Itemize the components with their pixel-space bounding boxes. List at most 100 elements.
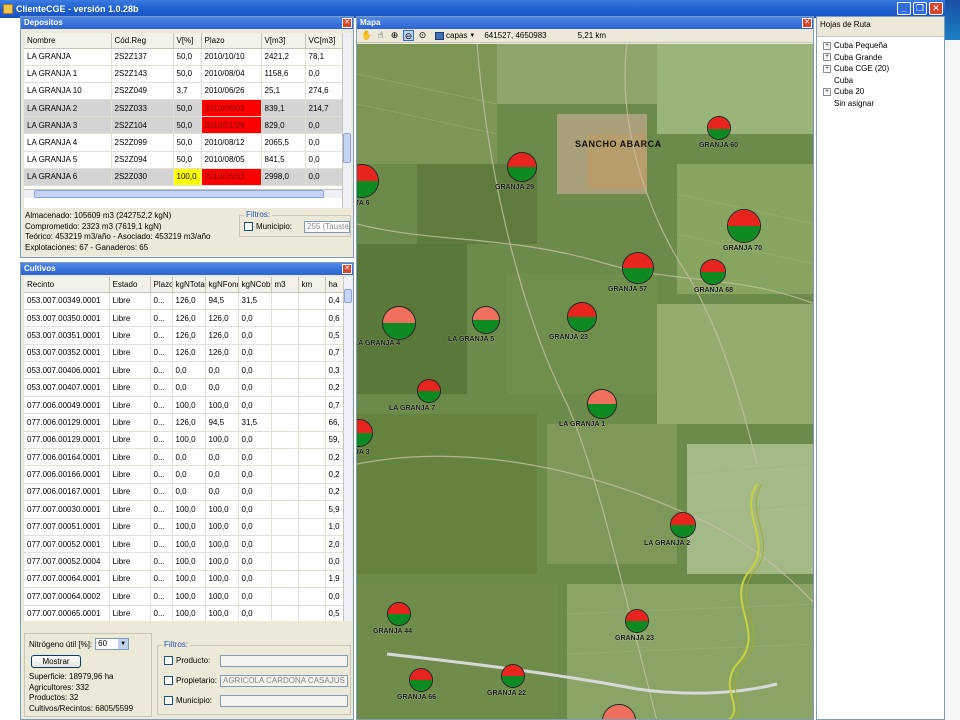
farm-marker[interactable] [622,252,654,284]
depositos-col-header[interactable]: V[%] [173,33,202,49]
cultivos-col-header[interactable]: km [298,277,326,293]
zoom-in-icon[interactable]: ⊕ [389,30,400,41]
cultivos-row[interactable]: 053.007.00406.0001 Libre 0... 0,0 0,0 0,0 0,3 [24,361,343,380]
cultivos-col-header[interactable]: Plazo [150,277,173,293]
route-tree-item[interactable]: + Cuba 20 [823,86,889,98]
route-tree-item[interactable]: + Cuba CGE (20) [823,63,889,75]
cultivos-row[interactable]: 077.007.00052.0004 Libre 0... 100,0 100,0 0,0… [24,552,343,571]
depositos-row[interactable]: LA GRANJA 2 2S2Z033 50,0 2010/05/03 839,1 214… [24,99,342,118]
cultivos-row[interactable]: 077.006.00129.0001 Libre 0... 100,0 100,0 0,0… [24,431,343,450]
depositos-row[interactable]: LA GRANJA 2S2Z137 50,0 2010/10/10 2421,2 78,1 [24,48,342,66]
cultivos-row[interactable]: 077.006.00049.0001 Libre 0... 100,0 100,0 0,0… [24,396,343,415]
farm-marker[interactable] [507,152,537,182]
expand-icon[interactable]: + [823,41,831,50]
cultivos-row[interactable]: 053.007.00349.0001 Libre 0... 126,0 94,5 31,5… [24,292,343,310]
farm-marker[interactable] [727,209,761,243]
cultivos-col-header[interactable]: kgNFondo [205,277,239,293]
close-button[interactable]: ✕ [929,2,943,15]
cultivos-row[interactable]: 077.007.00051.0001 Libre 0... 100,0 100,0 0,0… [24,518,343,536]
municipio-input[interactable]: 255 (Tauste) [304,221,350,233]
route-tree-item[interactable]: Cuba [823,75,889,87]
cultivos-row[interactable]: 077.007.00065.0001 Libre 0... 100,0 100,0 0,0… [24,605,343,621]
cultivos-row[interactable]: 077.006.00166.0001 Libre 0... 0,0 0,0 0,0 0,2 [24,465,343,484]
chevron-down-icon[interactable]: ▼ [118,639,129,649]
layers-dropdown[interactable]: capas ▼ [435,31,475,40]
cultivos-municipio-checkbox[interactable] [164,696,173,705]
cultivos-col-header[interactable]: ha [325,277,343,293]
expand-icon[interactable]: + [823,53,831,62]
route-tree-item[interactable]: Sin asignar [823,98,889,110]
expand-icon[interactable]: + [823,87,831,96]
farm-marker[interactable] [357,164,379,198]
zoom-out-icon[interactable]: ⊖ [403,30,414,41]
depositos-hscroll[interactable] [24,189,342,198]
cultivos-col-header[interactable]: Estado [109,277,151,293]
cultivos-vscroll-thumb[interactable] [344,289,352,303]
farm-marker[interactable] [587,389,617,419]
map-canvas[interactable]: SANCHO ABARCA GRANJA 60 GRANJA 29 GRANJA 7… [357,44,813,719]
farm-marker[interactable] [357,419,373,447]
mostrar-button[interactable]: Mostrar [31,655,81,668]
depositos-col-header[interactable]: Cód.Reg [111,33,174,49]
nitrogeno-select[interactable]: 60 ▼ [95,638,130,650]
cultivos-col-header[interactable]: Recinto [24,277,110,293]
depositos-row[interactable]: LA GRANJA 5 2S2Z094 50,0 2010/08/05 841,5 0,0 [24,151,342,169]
cultivos-row[interactable]: 077.006.00164.0001 Libre 0... 0,0 0,0 0,0 0,2 [24,448,343,467]
expand-icon[interactable]: + [823,64,831,73]
cultivos-row[interactable]: 077.006.00167.0001 Libre 0... 0,0 0,0 0,0 0,2 [24,483,343,502]
farm-marker[interactable] [670,512,696,538]
depositos-row[interactable]: LA GRANJA 10 2S2Z049 3,7 2010/06/26 25,1 274,… [24,82,342,101]
farm-marker[interactable] [387,602,411,626]
farm-marker[interactable] [409,668,433,692]
pan-icon[interactable]: ☝ [375,30,386,41]
municipio-checkbox[interactable] [244,222,253,231]
depositos-col-header[interactable]: V[m3] [261,33,306,49]
cultivos-row[interactable]: 077.007.00064.0002 Libre 0... 100,0 100,0 0,0… [24,587,343,606]
depositos-row[interactable]: LA GRANJA 4 2S2Z099 50,0 2010/08/12 2065,5 0,… [24,133,342,152]
depositos-row[interactable]: LA GRANJA 6 2S2Z030 100,0 2010/06/03 2998,0 0… [24,168,342,187]
cultivos-row[interactable]: 077.006.00129.0001 Libre 0... 126,0 94,5 31,5… [24,413,343,432]
farm-marker[interactable] [707,116,731,140]
farm-marker[interactable] [417,379,441,403]
depositos-col-header[interactable]: Nombre [24,33,112,49]
route-tree-item[interactable]: + Cuba Pequeña [823,40,889,52]
cultivos-row[interactable]: 053.007.00352.0001 Libre 0... 126,0 126,0 0,0… [24,344,343,363]
producto-checkbox[interactable] [164,656,173,665]
cultivos-col-header[interactable]: kgNCob. [238,277,272,293]
depositos-vscroll[interactable] [342,33,351,208]
farm-marker[interactable] [472,306,500,334]
propietario-select[interactable]: AGRICOLA CARDONA CASAJUS S [220,675,348,687]
propietario-checkbox[interactable] [164,676,173,685]
depositos-col-header[interactable]: VC[m3] [305,33,342,49]
cultivos-row[interactable]: 053.007.00351.0001 Libre 0... 126,0 126,0 0,0… [24,326,343,345]
cultivos-row[interactable]: 077.007.00030.0001 Libre 0... 100,0 100,0 0,0… [24,500,343,519]
cultivos-col-header[interactable]: m3 [271,277,299,293]
cultivos-row[interactable]: 053.007.00407.0001 Libre 0... 0,0 0,0 0,0 0,2 [24,378,343,397]
cultivos-row[interactable]: 077.007.00052.0001 Libre 0... 100,0 100,0 0,0… [24,535,343,554]
farm-marker[interactable] [700,259,726,285]
farm-marker[interactable] [625,609,649,633]
depositos-vscroll-thumb[interactable] [343,133,351,163]
depositos-hscroll-thumb[interactable] [34,190,324,198]
route-tree-item[interactable]: + Cuba Grande [823,52,889,64]
cultivos-vscroll[interactable] [343,277,352,621]
cultivos-municipio-select[interactable] [220,695,348,707]
depositos-col-header[interactable]: Plazo [201,33,262,49]
depositos-close-button[interactable]: ✕ [342,18,352,28]
zoom-extent-icon[interactable]: ⊙ [417,30,428,41]
cultivos-row[interactable]: 077.007.00064.0001 Libre 0... 100,0 100,0 0,0… [24,570,343,589]
depositos-row[interactable]: LA GRANJA 3 2S2Z104 50,0 2010/01/29 829,0 0,0 [24,116,342,135]
cultivos-close-button[interactable]: ✕ [342,264,352,274]
farm-marker[interactable] [501,664,525,688]
farm-marker[interactable] [602,704,636,719]
cultivos-row[interactable]: 053.007.00350.0001 Libre 0... 126,0 126,0 0,0… [24,309,343,328]
cultivos-col-header[interactable]: kgNTotal [172,277,206,293]
producto-select[interactable] [220,655,348,667]
mapa-close-button[interactable]: ✕ [802,18,812,28]
restore-button[interactable]: ❐ [913,2,927,15]
depositos-row[interactable]: LA GRANJA 1 2S2Z143 50,0 2010/08/04 1158,6 0,… [24,65,342,83]
farm-marker[interactable] [382,306,416,340]
farm-marker[interactable] [567,302,597,332]
hand-icon[interactable]: ✋ [361,30,372,41]
minimize-button[interactable]: _ [897,2,911,15]
